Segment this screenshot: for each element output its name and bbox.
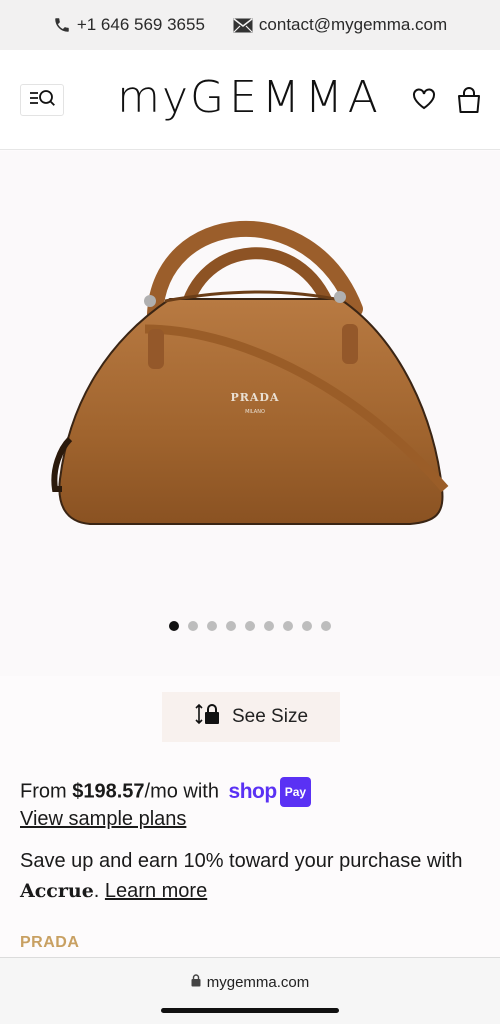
financing-prefix: From: [20, 780, 73, 803]
accrue-text: Save up and earn 10% toward your purchas…: [20, 850, 463, 872]
pay-badge: Pay: [279, 777, 312, 807]
see-size-button[interactable]: See Size: [162, 692, 340, 742]
gallery-dot[interactable]: [245, 621, 255, 631]
product-gallery[interactable]: PRADA MILANO: [0, 151, 500, 676]
gallery-dot[interactable]: [226, 621, 236, 631]
phone-link[interactable]: +1 646 569 3655: [53, 15, 205, 35]
shop-pay-logo: shop Pay: [229, 777, 312, 807]
lock-icon: [191, 974, 201, 991]
gallery-dot[interactable]: [188, 621, 198, 631]
contact-bar: +1 646 569 3655 contact@mygemma.com: [0, 0, 500, 50]
url-text: mygemma.com: [206, 974, 310, 991]
financing-suffix: /mo with: [144, 780, 219, 803]
gallery-dot[interactable]: [321, 621, 331, 631]
product-image[interactable]: PRADA MILANO: [50, 189, 455, 544]
size-lock-icon: [194, 703, 220, 731]
see-size-label: See Size: [231, 706, 309, 727]
learn-more-link[interactable]: Learn more: [105, 880, 207, 902]
financing-amount: $198.57: [72, 780, 145, 803]
heart-icon[interactable]: [412, 88, 436, 115]
email-address: contact@mygemma.com: [258, 15, 448, 34]
product-brand[interactable]: PRADA: [20, 934, 79, 952]
logo-upper: GEMMA: [189, 72, 383, 123]
gallery-dot[interactable]: [207, 621, 217, 631]
gallery-dot[interactable]: [283, 621, 293, 631]
bag-logo-sub: MILANO: [245, 409, 265, 415]
view-sample-plans-link[interactable]: View sample plans: [20, 808, 186, 831]
accrue-promo: Save up and earn 10% toward your purchas…: [20, 846, 480, 906]
mail-icon: [233, 17, 253, 33]
gallery-pagination: [0, 621, 500, 631]
shopping-bag-icon[interactable]: [456, 86, 482, 119]
phone-icon: [53, 16, 71, 34]
url-field[interactable]: mygemma.com: [0, 974, 500, 991]
gallery-dot[interactable]: [169, 621, 179, 631]
accrue-period: .: [93, 880, 100, 902]
logo-lower: my: [117, 72, 190, 123]
gallery-dot[interactable]: [264, 621, 274, 631]
site-header: myGEMMA: [0, 50, 500, 150]
email-link[interactable]: contact@mygemma.com: [233, 15, 447, 35]
browser-url-bar: mygemma.com: [0, 957, 500, 1024]
home-indicator[interactable]: [161, 1008, 339, 1013]
accrue-brand: Accrue: [20, 880, 94, 902]
financing-text: From $198.57/mo with shop Pay: [20, 777, 312, 807]
bag-logo: PRADA: [230, 391, 279, 404]
shop-label: shop: [228, 780, 278, 803]
gallery-dot[interactable]: [302, 621, 312, 631]
phone-number: +1 646 569 3655: [76, 15, 205, 34]
